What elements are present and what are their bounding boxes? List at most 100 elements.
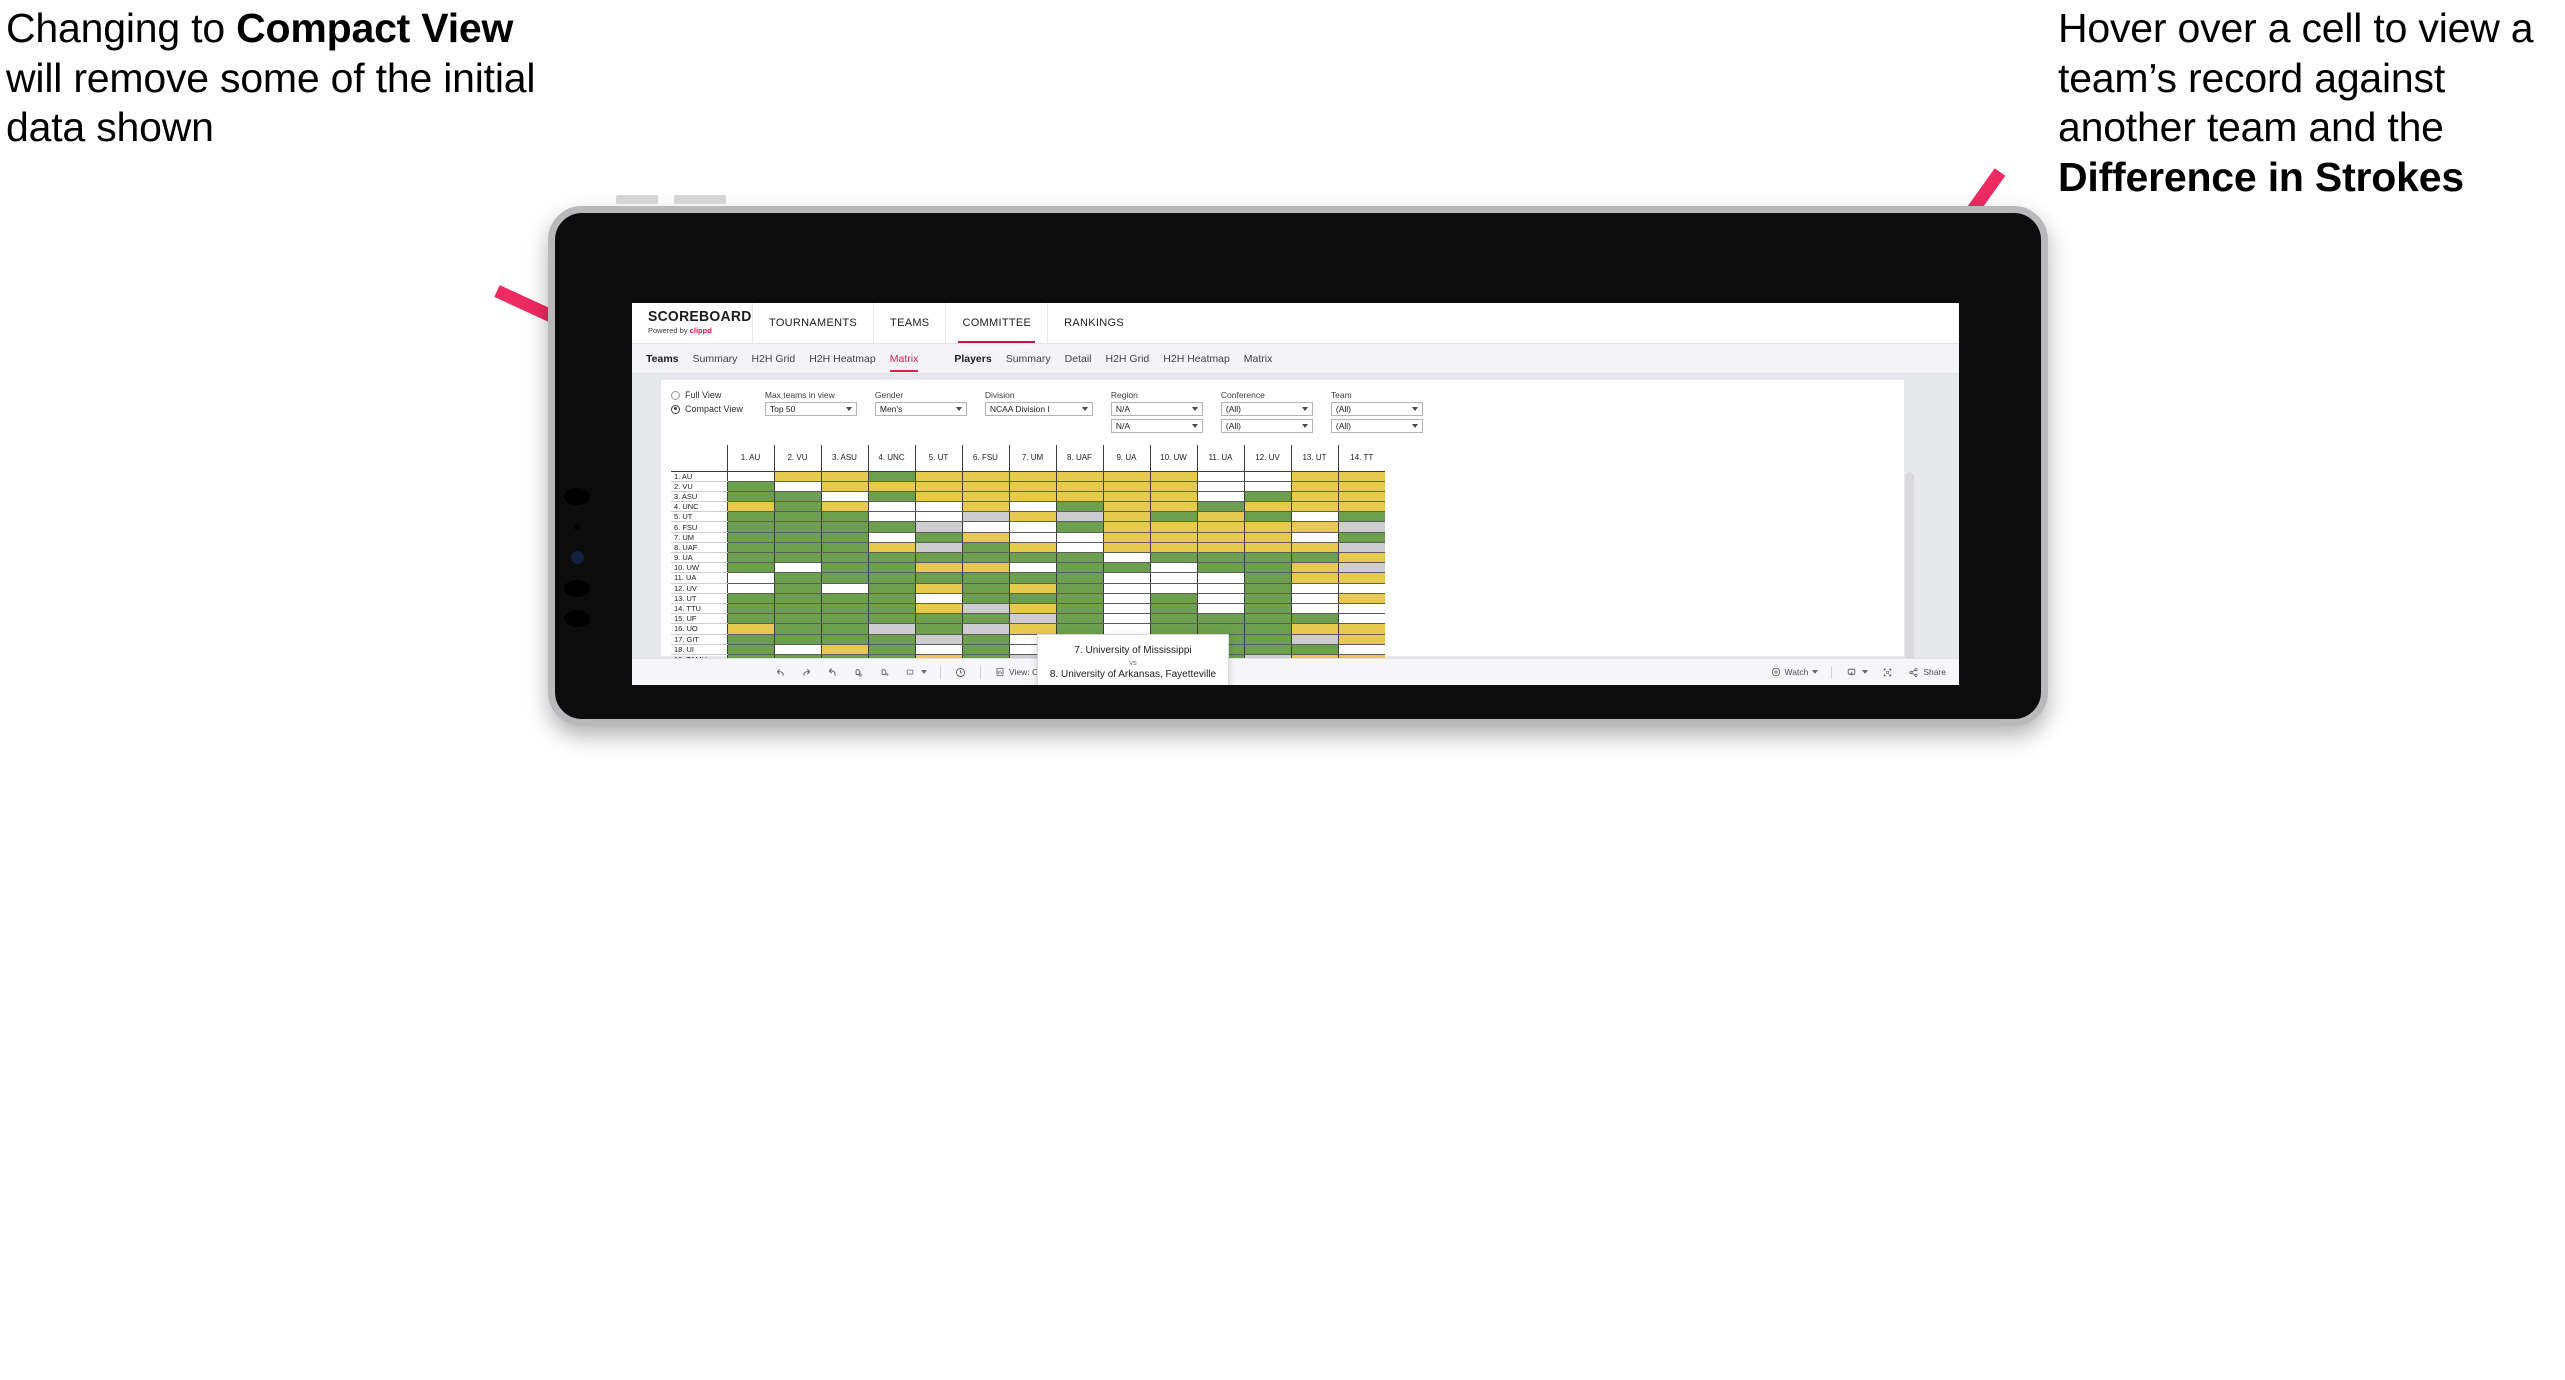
brand-logo[interactable]: SCOREBOARD Powered by clippd [632, 303, 752, 343]
matrix-cell[interactable] [867, 613, 915, 625]
matrix-cell[interactable] [1102, 603, 1150, 615]
matrix-cell[interactable] [1102, 501, 1150, 513]
matrix-cell[interactable] [1196, 593, 1244, 604]
matrix-cell[interactable] [820, 491, 868, 503]
matrix-cell[interactable] [961, 613, 1009, 625]
matrix-cell[interactable] [1055, 583, 1103, 594]
matrix-cell[interactable] [1337, 572, 1385, 584]
matrix-cell[interactable] [961, 542, 1009, 554]
matrix-cell[interactable] [867, 603, 915, 615]
matrix-cell[interactable] [1149, 532, 1197, 543]
matrix-cell[interactable] [1196, 491, 1244, 503]
matrix-cell[interactable] [1055, 521, 1103, 533]
matrix-cell[interactable] [961, 501, 1009, 513]
matrix-cell[interactable] [1055, 593, 1103, 604]
matrix-cell[interactable] [1055, 562, 1103, 574]
matrix-cell[interactable] [1008, 552, 1056, 564]
matrix-cell[interactable] [726, 521, 774, 533]
matrix-cell[interactable] [1337, 501, 1385, 513]
matrix-cell[interactable] [820, 521, 868, 533]
matrix-cell[interactable] [1008, 583, 1056, 594]
matrix-cell[interactable] [914, 501, 962, 513]
matrix-cell[interactable] [1196, 603, 1244, 615]
matrix-cell[interactable] [1149, 542, 1197, 554]
matrix-cell[interactable] [1196, 511, 1244, 523]
matrix-cell[interactable] [1149, 562, 1197, 574]
matrix-cell[interactable] [1290, 644, 1338, 655]
matrix-cell[interactable] [1149, 623, 1197, 635]
filter-team-select-2[interactable]: (All) [1330, 419, 1423, 433]
matrix-cell[interactable] [961, 603, 1009, 615]
matrix-cell[interactable] [773, 491, 821, 503]
matrix-cell[interactable] [1243, 542, 1291, 554]
matrix-cell[interactable] [1196, 613, 1244, 625]
matrix-cell[interactable] [726, 583, 774, 594]
matrix-cell[interactable] [1102, 552, 1150, 564]
matrix-cell[interactable] [1290, 481, 1338, 492]
filter-region-select-2[interactable]: N/A [1110, 419, 1203, 433]
matrix-cell[interactable] [1149, 491, 1197, 503]
matrix-cell[interactable] [914, 521, 962, 533]
matrix-cell[interactable] [1243, 532, 1291, 543]
matrix-cell[interactable] [1290, 471, 1338, 482]
matrix-cell[interactable] [1290, 542, 1338, 554]
matrix-cell[interactable] [1149, 583, 1197, 594]
matrix-cell[interactable] [1102, 481, 1150, 492]
matrix-cell[interactable] [961, 511, 1009, 523]
subnav-players-h2h-grid[interactable]: H2H Grid [1106, 353, 1150, 365]
topnav-item-teams[interactable]: TEAMS [873, 303, 945, 343]
matrix-cell[interactable] [1337, 644, 1385, 655]
revert-icon[interactable] [826, 666, 839, 679]
matrix-cell[interactable] [867, 552, 915, 564]
matrix-cell[interactable] [773, 501, 821, 513]
matrix-cell[interactable] [1102, 471, 1150, 482]
radio-compact-view[interactable]: Compact View [671, 404, 743, 414]
subnav-players-detail[interactable]: Detail [1065, 353, 1092, 365]
matrix-cell[interactable] [961, 471, 1009, 482]
matrix-cell[interactable] [773, 481, 821, 492]
matrix-cell[interactable] [867, 481, 915, 492]
matrix-cell[interactable] [1149, 613, 1197, 625]
pause-icon[interactable] [878, 666, 891, 679]
matrix-cell[interactable] [1055, 603, 1103, 615]
matrix-cell[interactable] [773, 511, 821, 523]
matrix-cell[interactable] [1290, 613, 1338, 625]
matrix-cell[interactable] [867, 562, 915, 574]
matrix-cell[interactable] [1008, 471, 1056, 482]
matrix-cell[interactable] [1196, 532, 1244, 543]
matrix-cell[interactable] [1008, 511, 1056, 523]
matrix-cell[interactable] [1055, 481, 1103, 492]
matrix-cell[interactable] [867, 511, 915, 523]
matrix-cell[interactable] [1008, 603, 1056, 615]
highlight-icon[interactable] [904, 666, 927, 679]
matrix-cell[interactable] [867, 542, 915, 554]
matrix-cell[interactable] [1243, 562, 1291, 574]
matrix-cell[interactable] [1290, 511, 1338, 523]
matrix-cell[interactable] [1196, 521, 1244, 533]
matrix-cell[interactable] [1196, 552, 1244, 564]
matrix-cell[interactable] [773, 583, 821, 594]
matrix-cell[interactable] [1196, 583, 1244, 594]
matrix-cell[interactable] [867, 501, 915, 513]
matrix-cell[interactable] [1102, 623, 1150, 635]
download-button[interactable] [1845, 666, 1869, 679]
matrix-cell[interactable] [726, 511, 774, 523]
matrix-cell[interactable] [726, 542, 774, 554]
matrix-cell[interactable] [726, 644, 774, 655]
matrix-cell[interactable] [914, 583, 962, 594]
matrix-cell[interactable] [1055, 613, 1103, 625]
subnav-teams-h2h-heatmap[interactable]: H2H Heatmap [809, 353, 876, 365]
matrix-cell[interactable] [1149, 572, 1197, 584]
matrix-cell[interactable] [1055, 501, 1103, 513]
matrix-cell[interactable] [1055, 572, 1103, 584]
matrix-cell[interactable] [820, 542, 868, 554]
matrix-cell[interactable] [1290, 562, 1338, 574]
matrix-cell[interactable] [726, 623, 774, 635]
matrix-cell[interactable] [1055, 491, 1103, 503]
matrix-cell[interactable] [1008, 501, 1056, 513]
matrix-cell[interactable] [1243, 552, 1291, 564]
matrix-cell[interactable] [1008, 613, 1056, 625]
matrix-cell[interactable] [1243, 471, 1291, 482]
matrix-cell[interactable] [1055, 552, 1103, 564]
matrix-cell[interactable] [914, 593, 962, 604]
